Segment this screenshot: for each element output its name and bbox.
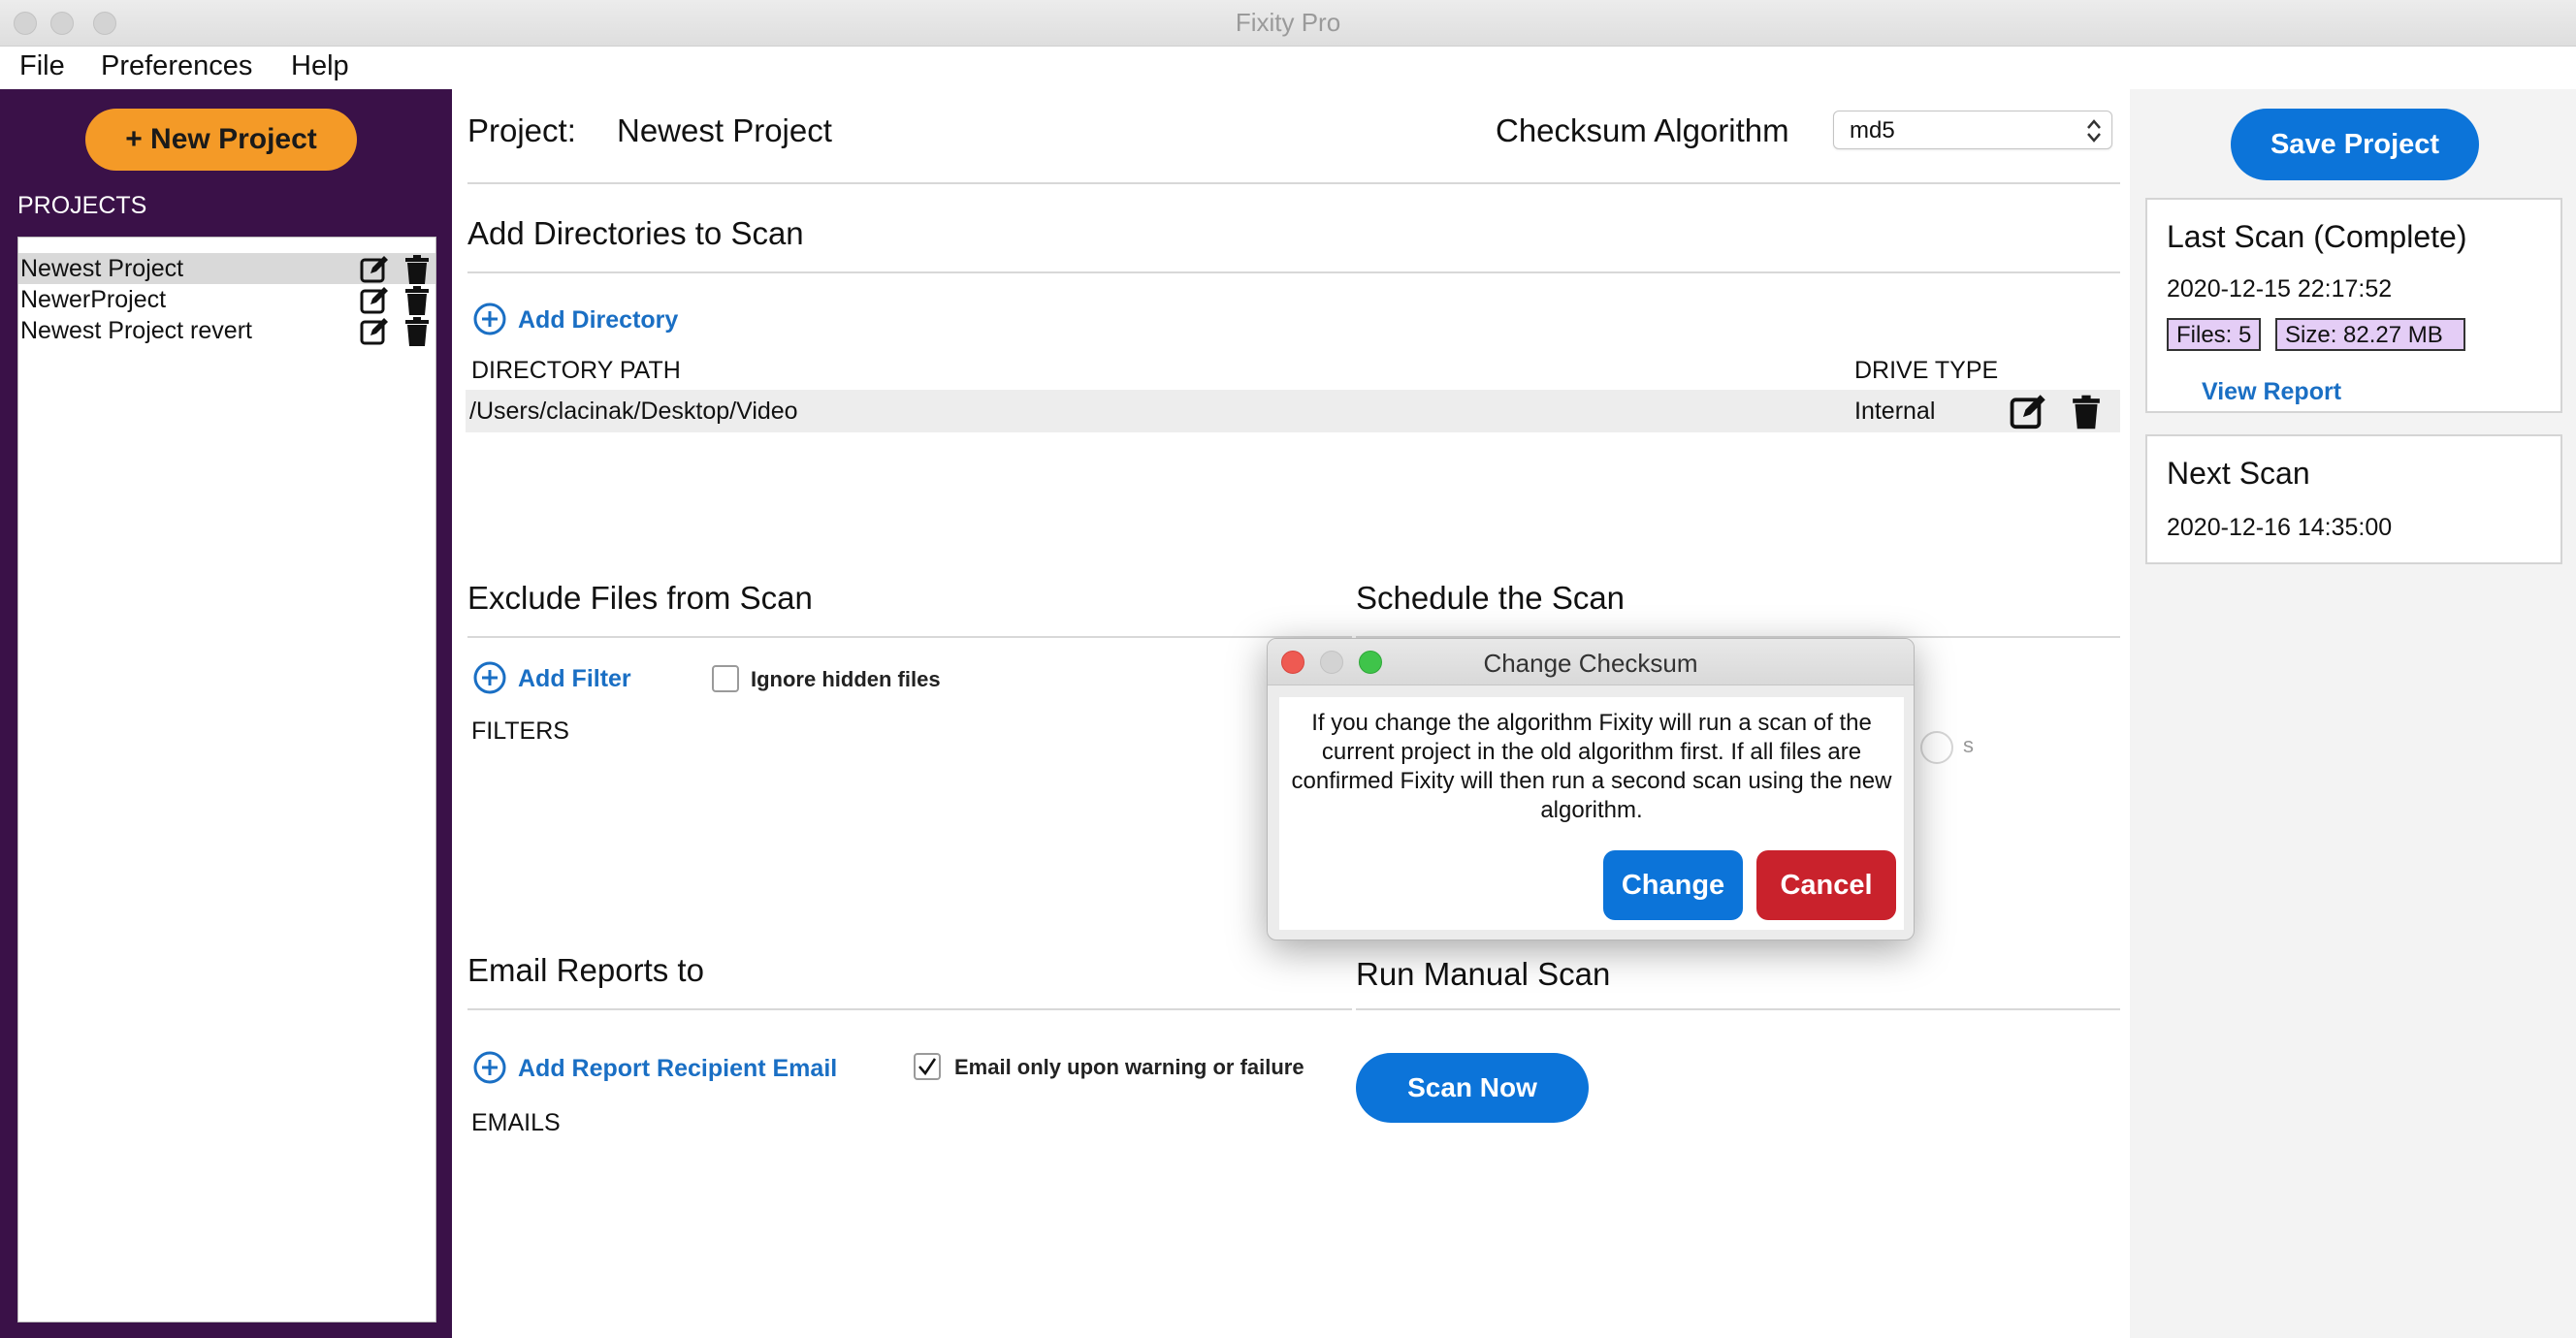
delete-project-icon[interactable] (404, 286, 430, 315)
manual-scan-divider (1356, 1008, 2120, 1010)
project-label: Project: (467, 112, 576, 148)
add-filter-plus-icon[interactable] (473, 661, 506, 694)
emails-label: EMAILS (471, 1109, 561, 1136)
project-item[interactable]: Newest Project revert (18, 315, 435, 346)
directory-drive-type: Internal (1854, 398, 1936, 425)
last-scan-date: 2020-12-15 22:17:52 (2167, 275, 2393, 303)
project-name-title: Newest Project (617, 112, 832, 148)
project-item[interactable]: NewerProject (18, 284, 435, 315)
projects-list: Newest Project NewerProject Newest Proje… (17, 237, 436, 1322)
add-directories-title: Add Directories to Scan (467, 215, 804, 251)
files-count-badge: Files: 5 (2167, 318, 2262, 351)
project-item[interactable]: Newest Project (18, 253, 435, 284)
next-scan-card: Next Scan 2020-12-16 14:35:00 (2145, 434, 2562, 564)
edit-project-icon[interactable] (360, 317, 389, 346)
ignore-hidden-files-checkbox[interactable] (712, 665, 739, 692)
drive-type-header: DRIVE TYPE (1854, 357, 1999, 384)
menu-help[interactable]: Help (291, 50, 349, 82)
checksum-algorithm-value: md5 (1850, 117, 1895, 143)
dialog-titlebar: Change Checksum (1268, 639, 1914, 685)
email-only-on-warning-checkbox[interactable] (914, 1053, 941, 1080)
edit-project-icon[interactable] (360, 286, 389, 315)
directory-path: /Users/clacinak/Desktop/Video (469, 398, 798, 425)
filters-label: FILTERS (471, 717, 569, 745)
menu-bar: File Preferences Help (0, 47, 2576, 89)
delete-project-icon[interactable] (404, 317, 430, 346)
next-scan-date: 2020-12-16 14:35:00 (2167, 514, 2393, 541)
email-reports-divider (467, 1008, 1352, 1010)
add-directories-divider (467, 271, 2120, 273)
sidebar: + New Project PROJECTS Newest Project Ne… (0, 89, 452, 1338)
project-name: Newest Project (20, 255, 184, 282)
email-reports-title: Email Reports to (467, 952, 704, 988)
new-project-button[interactable]: + New Project (85, 109, 357, 171)
exclude-files-title: Exclude Files from Scan (467, 580, 813, 616)
cancel-button[interactable]: Cancel (1756, 850, 1896, 920)
directory-row[interactable]: /Users/clacinak/Desktop/Video Internal (466, 390, 2120, 432)
checksum-algorithm-select[interactable]: md5 (1833, 111, 2112, 149)
project-name: Newest Project revert (20, 317, 252, 344)
add-filter-link[interactable]: Add Filter (518, 665, 631, 693)
schedule-radio-label: s (1963, 733, 1974, 757)
dialog-title: Change Checksum (1483, 649, 1698, 678)
schedule-scan-title: Schedule the Scan (1356, 580, 1626, 616)
schedule-radio-button[interactable] (1920, 731, 1953, 764)
window-titlebar: Fixity Pro (0, 0, 2576, 47)
edit-project-icon[interactable] (360, 255, 389, 284)
email-only-on-warning-label: Email only upon warning or failure (954, 1055, 1304, 1079)
manual-scan-title: Run Manual Scan (1356, 956, 1611, 992)
change-button[interactable]: Change (1603, 850, 1743, 920)
delete-directory-icon[interactable] (2072, 394, 2101, 430)
add-email-plus-icon[interactable] (473, 1051, 506, 1084)
directory-path-header: DIRECTORY PATH (471, 357, 681, 384)
select-updown-chevron-icon (2087, 119, 2101, 143)
window-title: Fixity Pro (1235, 8, 1341, 37)
last-scan-title: Last Scan (Complete) (2167, 219, 2467, 254)
menu-file[interactable]: File (19, 50, 65, 82)
project-name: NewerProject (20, 286, 167, 313)
view-report-link[interactable]: View Report (2202, 378, 2341, 406)
dialog-message: If you change the algorithm Fixity will … (1291, 710, 1892, 823)
size-badge: Size: 82.27 MB (2275, 318, 2465, 351)
right-panel: Save Project Last Scan (Complete) 2020-1… (2130, 89, 2576, 1338)
exclude-files-divider (467, 636, 1352, 638)
ignore-hidden-files-label: Ignore hidden files (751, 667, 941, 691)
projects-heading: PROJECTS (17, 192, 147, 219)
change-checksum-dialog: Change Checksum If you change the algori… (1267, 638, 1915, 940)
add-directory-link[interactable]: Add Directory (518, 306, 678, 334)
edit-directory-icon[interactable] (2010, 394, 2046, 430)
save-project-button[interactable]: Save Project (2231, 109, 2479, 180)
scan-now-button[interactable]: Scan Now (1356, 1053, 1589, 1123)
add-directory-plus-icon[interactable] (473, 303, 506, 335)
header-divider (467, 182, 2120, 184)
delete-project-icon[interactable] (404, 255, 430, 284)
next-scan-title: Next Scan (2167, 456, 2310, 491)
checksum-algorithm-label: Checksum Algorithm (1496, 112, 1789, 148)
checkmark-icon (918, 1058, 937, 1076)
last-scan-card: Last Scan (Complete) 2020-12-15 22:17:52… (2145, 198, 2562, 413)
add-report-recipient-link[interactable]: Add Report Recipient Email (518, 1055, 837, 1083)
menu-preferences[interactable]: Preferences (101, 50, 252, 82)
